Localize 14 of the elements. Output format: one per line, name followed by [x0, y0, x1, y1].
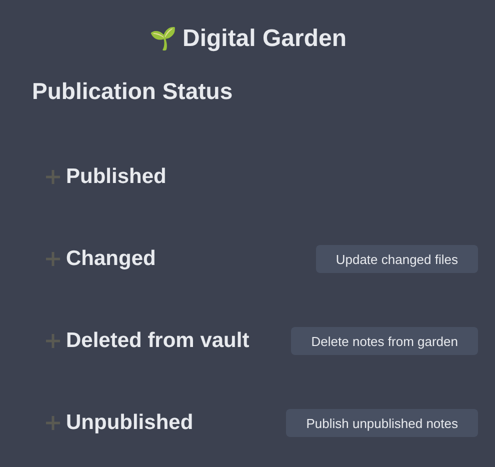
action-button[interactable]: Delete notes from garden [291, 327, 478, 355]
action-button[interactable]: Publish unpublished notes [286, 409, 478, 437]
page-heading: Publication Status [32, 77, 234, 106]
plus-icon[interactable] [45, 251, 61, 267]
section-title: Unpublished [66, 411, 194, 435]
plus-icon[interactable] [45, 415, 61, 431]
app-title: Digital Garden [182, 24, 347, 54]
plus-icon[interactable] [45, 169, 61, 185]
plus-icon[interactable] [45, 333, 61, 349]
section-title: Changed [66, 247, 157, 271]
section-title: Deleted from vault [66, 329, 250, 353]
action-button[interactable]: Update changed files [316, 245, 478, 273]
section-title: Published [66, 165, 168, 189]
seedling-icon: 🌱 [149, 24, 176, 54]
